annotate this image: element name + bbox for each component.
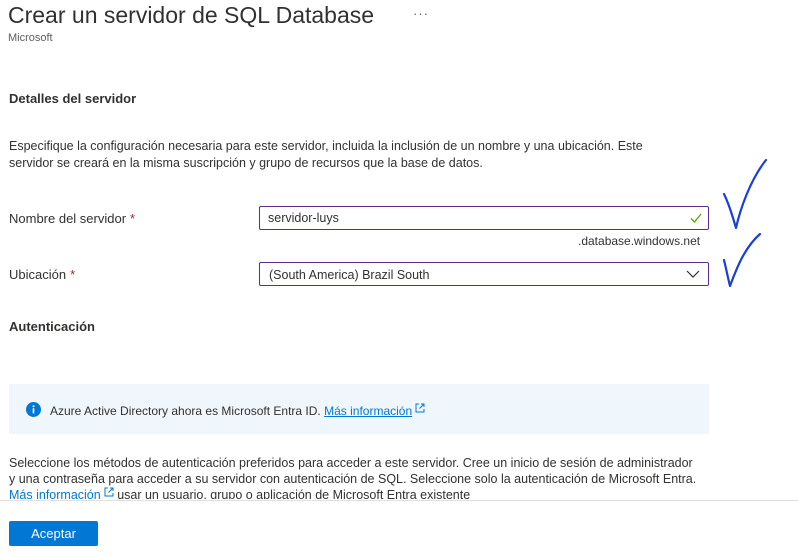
handwritten-checkmark bbox=[722, 158, 768, 230]
info-learn-more-link[interactable]: Más información bbox=[324, 404, 412, 418]
server-name-input[interactable] bbox=[268, 210, 668, 226]
authentication-description-text: Seleccione los métodos de autenticación … bbox=[9, 456, 697, 486]
accept-button[interactable]: Aceptar bbox=[9, 521, 98, 546]
info-icon bbox=[26, 402, 41, 417]
required-marker: * bbox=[70, 267, 76, 282]
auth-learn-more-link[interactable]: Más información bbox=[9, 488, 101, 499]
server-name-label-text: Nombre del servidor bbox=[9, 211, 127, 226]
info-message-text: Azure Active Directory ahora es Microsof… bbox=[50, 404, 321, 418]
info-message-bar: Azure Active Directory ahora es Microsof… bbox=[9, 384, 709, 434]
chevron-down-icon bbox=[686, 270, 700, 278]
handwritten-checkmark bbox=[722, 232, 762, 288]
authentication-description: Seleccione los métodos de autenticación … bbox=[9, 455, 699, 499]
authentication-description-continued: usar un usuario, grupo o aplicación de M… bbox=[117, 488, 471, 499]
location-selected-value: (South America) Brazil South bbox=[269, 268, 430, 282]
checkmark-icon bbox=[690, 213, 702, 223]
required-marker: * bbox=[130, 211, 136, 226]
location-label-text: Ubicación bbox=[9, 267, 67, 282]
info-message: Azure Active Directory ahora es Microsof… bbox=[50, 403, 425, 418]
server-details-description: Especifique la configuración necesaria p… bbox=[9, 139, 643, 170]
blade-header: Crear un servidor de SQL Database ··· Mi… bbox=[8, 0, 788, 50]
location-dropdown[interactable]: (South America) Brazil South bbox=[259, 262, 709, 286]
external-link-icon bbox=[415, 403, 425, 413]
server-name-field[interactable] bbox=[259, 206, 709, 230]
server-details-heading: Detalles del servidor bbox=[9, 91, 137, 106]
external-link-icon bbox=[104, 487, 114, 497]
footer-bar: Aceptar bbox=[0, 500, 798, 556]
location-label: Ubicación * bbox=[9, 267, 75, 282]
authentication-heading: Autenticación bbox=[9, 319, 95, 334]
server-name-label: Nombre del servidor * bbox=[9, 211, 135, 226]
page-subtitle: Microsoft bbox=[8, 32, 53, 44]
page-title: Crear un servidor de SQL Database bbox=[8, 2, 375, 28]
more-options-button[interactable]: ··· bbox=[413, 6, 429, 21]
server-domain-suffix: .database.windows.net bbox=[578, 234, 701, 248]
